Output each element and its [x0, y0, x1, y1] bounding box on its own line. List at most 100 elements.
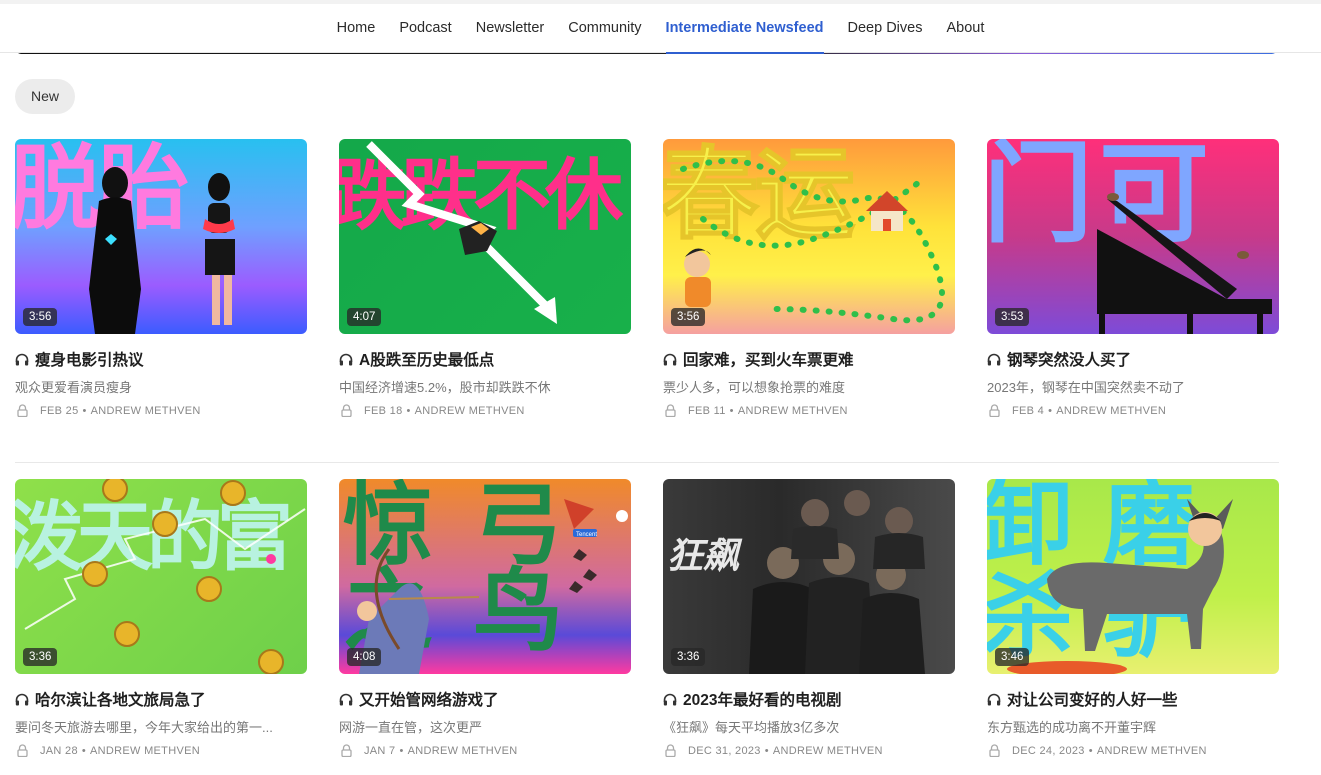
post-title-text: 2023年最好看的电视剧	[683, 692, 842, 709]
post-date: FEB 4	[1012, 404, 1045, 417]
post-author[interactable]: ANDREW METHVEN	[1097, 745, 1207, 757]
post-author[interactable]: ANDREW METHVEN	[415, 405, 525, 417]
nav-about[interactable]: About	[934, 4, 996, 53]
post-author[interactable]: ANDREW METHVEN	[90, 745, 200, 757]
post-subtitle: 2023年，钢琴在中国突然卖不动了	[987, 380, 1185, 395]
post-card: 狂飙 3:36 2023年最好看的电视剧 《狂飙》每天平均播放3亿多次 DEC …	[663, 479, 955, 757]
post-title-text: 钢琴突然没人买了	[1007, 352, 1132, 369]
post-subtitle: 《狂飙》每天平均播放3亿多次	[663, 720, 840, 735]
post-thumbnail[interactable]: 门可 3:53	[987, 139, 1279, 334]
post-author[interactable]: ANDREW METHVEN	[738, 405, 848, 417]
post-subtitle: 中国经济增速5.2%，股市却跌跌不休	[339, 380, 551, 395]
post-date: FEB 25	[40, 404, 79, 417]
post-subtitle: 网游一直在管，这次更严	[339, 720, 483, 735]
filter-new-button[interactable]: New	[15, 79, 75, 114]
post-title[interactable]: A股跌至历史最低点	[339, 348, 631, 370]
post-subtitle: 要问冬天旅游去哪里，今年大家给出的第一...	[15, 720, 273, 735]
post-date: JAN 28	[40, 744, 78, 757]
meta-separator: •	[729, 404, 734, 417]
post-meta: DEC 24, 2023 • ANDREW METHVEN	[987, 744, 1279, 757]
post-meta: FEB 25 • ANDREW METHVEN	[15, 404, 307, 417]
meta-separator: •	[82, 404, 87, 417]
post-card: 惊弓之鸟 Tencent 4:08 又开始管网络游戏了 网游一直在管，这次更严 …	[339, 479, 631, 757]
post-title[interactable]: 2023年最好看的电视剧	[663, 688, 955, 710]
nav-podcast[interactable]: Podcast	[387, 4, 463, 53]
post-title-text: 回家难，买到火车票更难	[683, 352, 854, 369]
donkey-illustration	[1007, 499, 1233, 674]
post-thumbnail[interactable]: 卸磨杀驴 3:46	[987, 479, 1279, 674]
headphones-icon	[15, 353, 29, 365]
nav-newsletter[interactable]: Newsletter	[464, 4, 557, 53]
headphones-icon	[15, 693, 29, 705]
duration-badge: 3:56	[23, 308, 58, 326]
post-title-text: 对让公司变好的人好一些	[1007, 692, 1178, 709]
post-thumbnail[interactable]: 狂飙 3:36	[663, 479, 955, 674]
post-date: DEC 31, 2023	[688, 744, 761, 757]
nav-community[interactable]: Community	[556, 4, 653, 53]
post-date: JAN 7	[364, 744, 396, 757]
post-date: FEB 18	[364, 404, 403, 417]
post-title[interactable]: 哈尔滨让各地文旅局急了	[15, 688, 307, 710]
post-author[interactable]: ANDREW METHVEN	[773, 745, 883, 757]
row-divider	[15, 462, 1279, 463]
tv-cast-illustration	[749, 490, 925, 674]
nav-home[interactable]: Home	[325, 4, 388, 53]
lock-icon	[17, 744, 28, 757]
lock-icon	[17, 404, 28, 417]
post-meta: DEC 31, 2023 • ANDREW METHVEN	[663, 744, 955, 757]
post-meta: FEB 11 • ANDREW METHVEN	[663, 404, 955, 417]
post-thumbnail[interactable]: 惊弓之鸟 Tencent 4:08	[339, 479, 631, 674]
falling-arrow-illustration	[366, 141, 557, 324]
headphones-icon	[339, 353, 353, 365]
duration-badge: 3:36	[23, 648, 58, 666]
post-title-text: 哈尔滨让各地文旅局急了	[35, 692, 206, 709]
duration-badge: 3:53	[995, 308, 1030, 326]
headphones-icon	[663, 353, 677, 365]
post-meta: FEB 4 • ANDREW METHVEN	[987, 404, 1279, 417]
nav-deep-dives[interactable]: Deep Dives	[836, 4, 935, 53]
meta-separator: •	[406, 404, 411, 417]
duration-badge: 4:07	[347, 308, 382, 326]
post-title[interactable]: 又开始管网络游戏了	[339, 688, 631, 710]
lock-icon	[989, 744, 1000, 757]
coins-illustration	[24, 479, 306, 674]
nav-intermediate-newsfeed[interactable]: Intermediate Newsfeed	[654, 4, 836, 54]
post-author[interactable]: ANDREW METHVEN	[91, 405, 201, 417]
duration-badge: 4:08	[347, 648, 382, 666]
post-title[interactable]: 回家难，买到火车票更难	[663, 348, 955, 370]
post-date: FEB 11	[688, 404, 726, 417]
duration-badge: 3:36	[671, 648, 706, 666]
post-subtitle: 观众更爱看演员瘦身	[15, 380, 133, 395]
meta-separator: •	[1048, 404, 1053, 417]
post-title[interactable]: 对让公司变好的人好一些	[987, 688, 1279, 710]
post-card: 门可 3:53 钢琴突然没人买了 2023年，钢琴在中国突然卖不动了 FEB 4…	[987, 139, 1279, 417]
meta-separator: •	[399, 744, 404, 757]
headphones-icon	[987, 353, 1001, 365]
post-author[interactable]: ANDREW METHVEN	[408, 745, 518, 757]
lock-icon	[341, 404, 352, 417]
post-subtitle: 东方甄选的成功离不开董宇辉	[987, 720, 1157, 735]
post-card: 春运 3:56 回家难，买到火车票更难 票少人多，可以想象抢票的难度 FEB 1…	[663, 139, 955, 417]
duration-badge: 3:56	[671, 308, 706, 326]
post-meta: FEB 18 • ANDREW METHVEN	[339, 404, 631, 417]
post-title[interactable]: 瘦身电影引热议	[15, 348, 307, 370]
headphones-icon	[339, 693, 353, 705]
train-path-illustration	[680, 158, 945, 324]
post-title[interactable]: 钢琴突然没人买了	[987, 348, 1279, 370]
post-date: DEC 24, 2023	[1012, 744, 1085, 757]
top-nav-bar: Home Podcast Newsletter Community Interm…	[0, 0, 1321, 54]
figures-illustration	[89, 167, 235, 334]
post-title-text: 又开始管网络游戏了	[359, 692, 499, 709]
post-title-text: 瘦身电影引热议	[35, 352, 144, 369]
post-thumbnail[interactable]: 跌跌不休 4:07	[339, 139, 631, 334]
headphones-icon	[987, 693, 1001, 705]
post-thumbnail[interactable]: 春运 3:56	[663, 139, 955, 334]
piano-illustration	[1097, 193, 1272, 334]
post-card: 跌跌不休 4:07 A股跌至历史最低点 中国经济增速5.2%，股市却跌跌不休 F…	[339, 139, 631, 417]
post-card: 泼天的富 3:36 哈尔滨让各地文旅局急了 要问冬天旅游去哪里，今年大家给出的第…	[15, 479, 307, 757]
post-meta: JAN 28 • ANDREW METHVEN	[15, 744, 307, 757]
post-thumbnail[interactable]: 泼天的富 3:36	[15, 479, 307, 674]
post-thumbnail[interactable]: 脱胎 3:56	[15, 139, 307, 334]
post-author[interactable]: ANDREW METHVEN	[1056, 405, 1166, 417]
post-title-text: A股跌至历史最低点	[359, 352, 495, 369]
